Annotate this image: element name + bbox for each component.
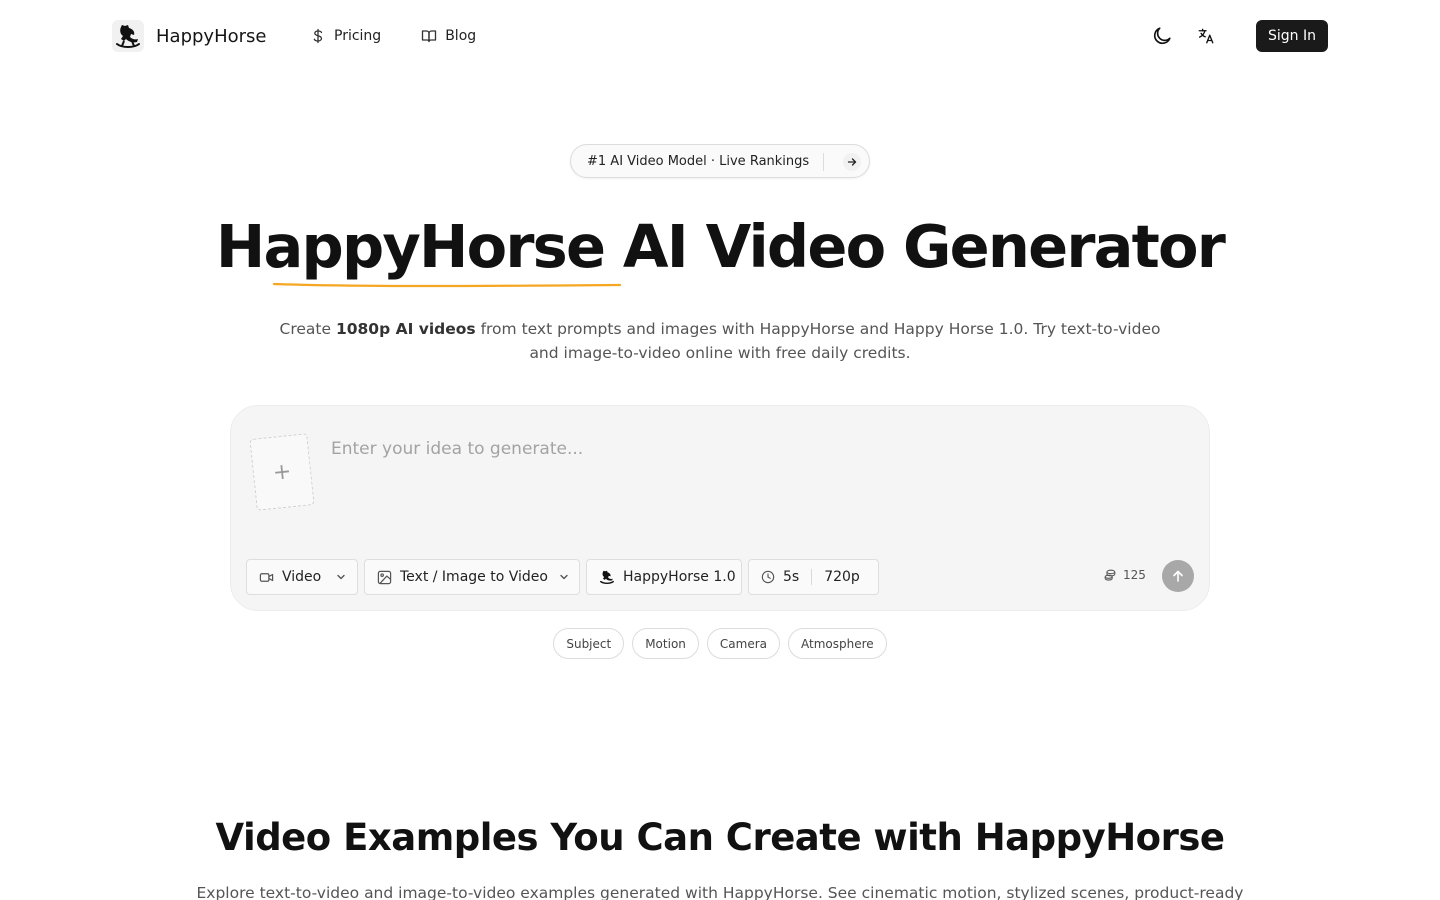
chip-subject[interactable]: Subject xyxy=(553,628,625,659)
prompt-chips: Subject Motion Camera Atmosphere xyxy=(0,628,1440,659)
chevron-down-icon xyxy=(337,574,345,580)
mode-value: Text / Image to Video xyxy=(400,569,548,585)
dollar-icon xyxy=(313,28,323,44)
duration-value: 5s xyxy=(783,569,800,585)
language-button[interactable] xyxy=(1190,20,1222,52)
badge-text: #1 AI Video Model · Live Rankings xyxy=(587,153,810,169)
horse-model-icon xyxy=(600,570,614,584)
plus-icon: + xyxy=(271,458,293,486)
generate-button[interactable] xyxy=(1162,560,1194,592)
examples-subtitle: Explore text-to-video and image-to-video… xyxy=(196,884,1244,900)
media-type-value: Video xyxy=(282,569,322,585)
brand-name: HappyHorse xyxy=(156,25,267,47)
translate-icon xyxy=(1198,28,1214,44)
credits-counter: 125 xyxy=(1103,568,1146,582)
nav-pricing[interactable]: Pricing xyxy=(310,24,381,48)
nav-blog[interactable]: Blog xyxy=(421,24,476,48)
model-select[interactable]: HappyHorse 1.0 xyxy=(586,559,742,595)
video-camera-icon xyxy=(259,572,274,582)
nav-blog-label: Blog xyxy=(445,28,477,44)
examples-title: Video Examples You Can Create with Happy… xyxy=(215,816,1225,859)
theme-toggle-button[interactable] xyxy=(1146,20,1178,52)
badge-divider xyxy=(823,153,824,171)
credits-value: 125 xyxy=(1123,568,1146,582)
chip-atmosphere[interactable]: Atmosphere xyxy=(787,628,887,659)
brand-logo-link[interactable]: HappyHorse xyxy=(112,20,266,52)
sign-in-button[interactable]: Sign In xyxy=(1256,20,1328,52)
horse-logo-icon xyxy=(112,20,144,52)
hero-title: HappyHorse AI Video Generator xyxy=(0,212,1440,281)
chip-motion[interactable]: Motion xyxy=(632,628,699,659)
hero-subtitle-bold: 1080p AI videos xyxy=(335,320,476,338)
arrow-right-icon xyxy=(843,153,861,171)
main-nav: Pricing Blog xyxy=(310,24,476,48)
hero-subtitle-post: from text prompts and images with HappyH… xyxy=(475,320,1161,362)
duration-resolution-select[interactable]: 5s 720p xyxy=(748,559,879,595)
mode-select[interactable]: Text / Image to Video xyxy=(364,559,580,595)
nav-pricing-label: Pricing xyxy=(334,28,382,44)
media-type-select[interactable]: Video xyxy=(246,559,358,595)
book-icon xyxy=(422,30,437,43)
arrow-up-icon xyxy=(1173,570,1183,582)
header-actions: Sign In xyxy=(1146,20,1328,52)
clock-icon xyxy=(761,570,775,584)
hero-title-highlight: HappyHorse xyxy=(215,212,606,281)
title-underline-decoration xyxy=(272,282,622,288)
prompt-card: + Video Text / Image to Video HappyHorse… xyxy=(230,405,1210,611)
chip-camera[interactable]: Camera xyxy=(706,628,780,659)
resolution-value: 720p xyxy=(824,569,860,585)
moon-icon xyxy=(1153,27,1171,45)
chevron-down-icon xyxy=(560,574,568,580)
pill-divider xyxy=(811,569,813,585)
image-icon xyxy=(377,570,392,584)
prompt-input[interactable] xyxy=(331,434,1171,464)
hero-title-rest: AI Video Generator xyxy=(604,212,1226,281)
image-upload-button[interactable]: + xyxy=(249,433,315,511)
hero-subtitle: Create 1080p AI videos from text prompts… xyxy=(270,317,1170,365)
coins-icon xyxy=(1104,569,1116,581)
rankings-badge[interactable]: #1 AI Video Model · Live Rankings xyxy=(570,144,870,178)
hero-subtitle-pre: Create xyxy=(279,320,336,338)
site-header: HappyHorse Pricing Blog Sign In xyxy=(0,0,1440,72)
model-value: HappyHorse 1.0 xyxy=(623,569,736,585)
